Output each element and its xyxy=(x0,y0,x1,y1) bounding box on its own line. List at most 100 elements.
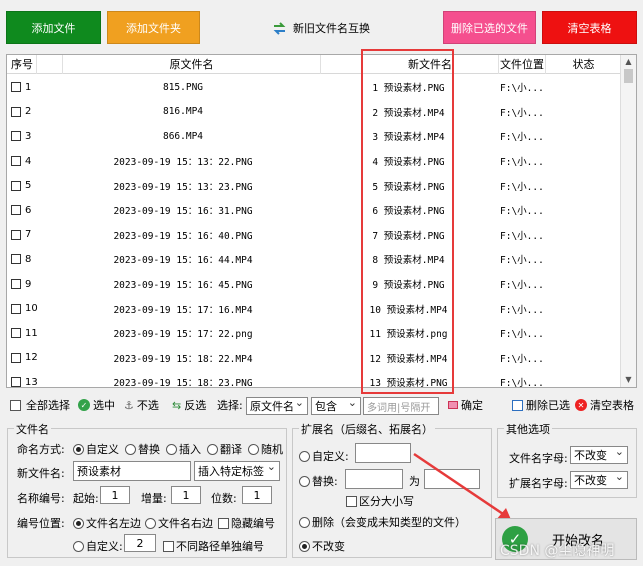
header-new[interactable]: 新文件名 xyxy=(362,55,499,74)
row-location: F:\小... xyxy=(500,304,544,316)
start-input[interactable]: 1 xyxy=(100,486,130,504)
row-checkbox[interactable] xyxy=(11,254,21,265)
table-row[interactable]: 9 2023-09-19 15：16：45.PNG 9 预设素材.PNG F:\小..… xyxy=(7,272,622,297)
clear-table-small-button[interactable]: ✕ 清空表格 xyxy=(575,396,634,414)
custom-position-input[interactable]: 2 xyxy=(124,534,156,552)
case-sensitive-checkbox[interactable]: 区分大小写 xyxy=(346,493,414,509)
row-checkbox[interactable] xyxy=(11,328,21,339)
match-select[interactable]: 包含 xyxy=(311,396,361,415)
header-original[interactable]: 原文件名 xyxy=(63,55,321,74)
row-original-name: 866.MP4 xyxy=(162,130,204,142)
row-original-name: 2023-09-19 15：18：22.MP4 xyxy=(113,353,253,365)
select-all-checkbox[interactable]: 全部选择 xyxy=(10,396,70,414)
naming-mode-radio[interactable]: 自定义 xyxy=(73,441,119,457)
row-checkbox[interactable] xyxy=(11,229,21,240)
delete-selected-small-button[interactable]: 删除已选 xyxy=(512,396,570,414)
row-seq[interactable]: 9 xyxy=(11,272,31,297)
row-checkbox[interactable] xyxy=(11,82,21,93)
ext-replace-radio[interactable]: 替换: xyxy=(299,473,338,489)
delete-selected-button[interactable]: 删除已选的文件 xyxy=(443,11,536,44)
row-checkbox[interactable] xyxy=(11,279,21,290)
row-checkbox[interactable] xyxy=(11,180,21,191)
table-row[interactable]: 10 2023-09-19 15：17：16.MP4 10 预设素材.MP4 F:\小… xyxy=(7,296,622,321)
scroll-thumb[interactable] xyxy=(624,69,633,83)
row-seq[interactable]: 10 xyxy=(11,296,38,321)
ext-custom-input[interactable] xyxy=(355,443,411,463)
row-seq[interactable]: 1 xyxy=(11,75,31,100)
table-row[interactable]: 6 2023-09-19 15：16：31.PNG 6 预设素材.PNG F:\小..… xyxy=(7,198,622,223)
row-checkbox[interactable] xyxy=(11,377,21,387)
invert-label: 反选 xyxy=(184,399,207,412)
check-circle-icon: ✓ xyxy=(78,399,90,411)
position-right-radio[interactable]: 文件名右边 xyxy=(145,515,213,531)
scroll-up-icon[interactable]: ▲ xyxy=(621,55,636,69)
table-row[interactable]: 1 815.PNG 1 预设素材.PNG F:\小... xyxy=(7,75,622,100)
hide-number-checkbox[interactable]: 隐藏编号 xyxy=(218,515,275,531)
add-folder-button[interactable]: 添加文件夹 xyxy=(107,11,200,44)
clear-table-button[interactable]: 清空表格 xyxy=(542,11,637,44)
table-row[interactable]: 2 816.MP4 2 预设素材.MP4 F:\小... xyxy=(7,100,622,125)
table-row[interactable]: 3 866.MP4 3 预设素材.MP4 F:\小... xyxy=(7,124,622,149)
digits-input[interactable]: 1 xyxy=(242,486,272,504)
row-seq[interactable]: 4 xyxy=(11,149,31,174)
filter-input[interactable]: 多词用|号隔开 xyxy=(363,397,439,415)
row-new-name: 9 预设素材.PNG xyxy=(372,280,445,292)
row-checkbox[interactable] xyxy=(11,131,21,142)
naming-mode-radio[interactable]: 插入 xyxy=(166,441,201,457)
select-button[interactable]: ✓ 选中 xyxy=(78,396,115,414)
naming-mode-radio[interactable]: 翻译 xyxy=(207,441,242,457)
row-original-name: 2023-09-19 15：16：45.PNG xyxy=(113,280,253,292)
row-seq[interactable]: 13 xyxy=(11,370,38,387)
scroll-down-icon[interactable]: ▼ xyxy=(621,373,636,387)
custom-position-radio[interactable]: 自定义: xyxy=(73,538,123,554)
insert-tag-select[interactable]: 插入特定标签 xyxy=(194,460,280,481)
row-checkbox[interactable] xyxy=(11,303,21,314)
separate-paths-checkbox[interactable]: 不同路径单独编号 xyxy=(163,538,264,554)
filename-case-select[interactable]: 不改变 xyxy=(570,445,628,464)
add-file-button[interactable]: 添加文件 xyxy=(6,11,101,44)
increment-input[interactable]: 1 xyxy=(171,486,201,504)
row-checkbox[interactable] xyxy=(11,156,21,167)
row-checkbox[interactable] xyxy=(11,352,21,363)
invert-button[interactable]: ⇆ 反选 xyxy=(172,396,206,414)
table-row[interactable]: 5 2023-09-19 15：13：23.PNG 5 预设素材.PNG F:\小..… xyxy=(7,173,622,198)
table-row[interactable]: 13 2023-09-19 15：18：23.PNG 13 预设素材.PNG F:\小… xyxy=(7,370,622,387)
row-seq[interactable]: 3 xyxy=(11,124,31,149)
position-left-radio[interactable]: 文件名左边 xyxy=(73,515,141,531)
vertical-scrollbar[interactable]: ▲ ▼ xyxy=(620,55,636,387)
row-seq[interactable]: 2 xyxy=(11,100,31,125)
confirm-button[interactable]: 确定 xyxy=(448,396,483,414)
row-seq-label: 8 xyxy=(25,253,32,265)
checkbox-icon xyxy=(346,495,357,507)
row-seq[interactable]: 7 xyxy=(11,223,31,248)
ext-replace-from-input[interactable] xyxy=(345,469,403,489)
table-row[interactable]: 12 2023-09-19 15：18：22.MP4 12 预设素材.MP4 F:\小… xyxy=(7,346,622,371)
ext-custom-radio[interactable]: 自定义: xyxy=(299,448,349,464)
row-seq[interactable]: 5 xyxy=(11,173,31,198)
header-status[interactable]: 状态 xyxy=(546,55,622,74)
new-name-input[interactable]: 预设素材 xyxy=(73,461,191,481)
field-select[interactable]: 原文件名 xyxy=(246,396,308,415)
naming-mode-label: 翻译 xyxy=(220,443,242,456)
ext-case-select[interactable]: 不改变 xyxy=(570,470,628,489)
header-seq[interactable]: 序号 xyxy=(7,55,37,74)
naming-mode-radio[interactable]: 随机 xyxy=(248,441,283,457)
header-location[interactable]: 文件位置 xyxy=(499,55,546,74)
table-row[interactable]: 7 2023-09-19 15：16：40.PNG 7 预设素材.PNG F:\小..… xyxy=(7,223,622,248)
swap-names-button[interactable]: 新旧文件名互换 xyxy=(272,20,370,36)
row-checkbox[interactable] xyxy=(11,205,21,216)
digits-label: 位数: xyxy=(211,492,237,505)
row-seq[interactable]: 12 xyxy=(11,346,38,371)
file-table[interactable]: 序号 原文件名 新文件名 文件位置 状态 1 815.PNG 1 预设素材.PNG F… xyxy=(6,54,637,388)
table-row[interactable]: 8 2023-09-19 15：16：44.MP4 8 预设素材.MP4 F:\小..… xyxy=(7,247,622,272)
naming-mode-radio[interactable]: 替换 xyxy=(125,441,160,457)
table-row[interactable]: 11 2023-09-19 15：17：22.png 11 预设素材.png F:\小… xyxy=(7,321,622,346)
row-seq[interactable]: 8 xyxy=(11,247,31,272)
table-row[interactable]: 4 2023-09-19 15：13：22.PNG 4 预设素材.PNG F:\小..… xyxy=(7,149,622,174)
deselect-button[interactable]: ⚓ 不选 xyxy=(124,396,159,414)
row-seq[interactable]: 11 xyxy=(11,321,38,346)
row-seq[interactable]: 6 xyxy=(11,198,31,223)
ext-unchanged-radio[interactable]: 不改变 xyxy=(299,538,345,554)
row-checkbox[interactable] xyxy=(11,106,21,117)
row-seq-label: 5 xyxy=(25,180,32,192)
